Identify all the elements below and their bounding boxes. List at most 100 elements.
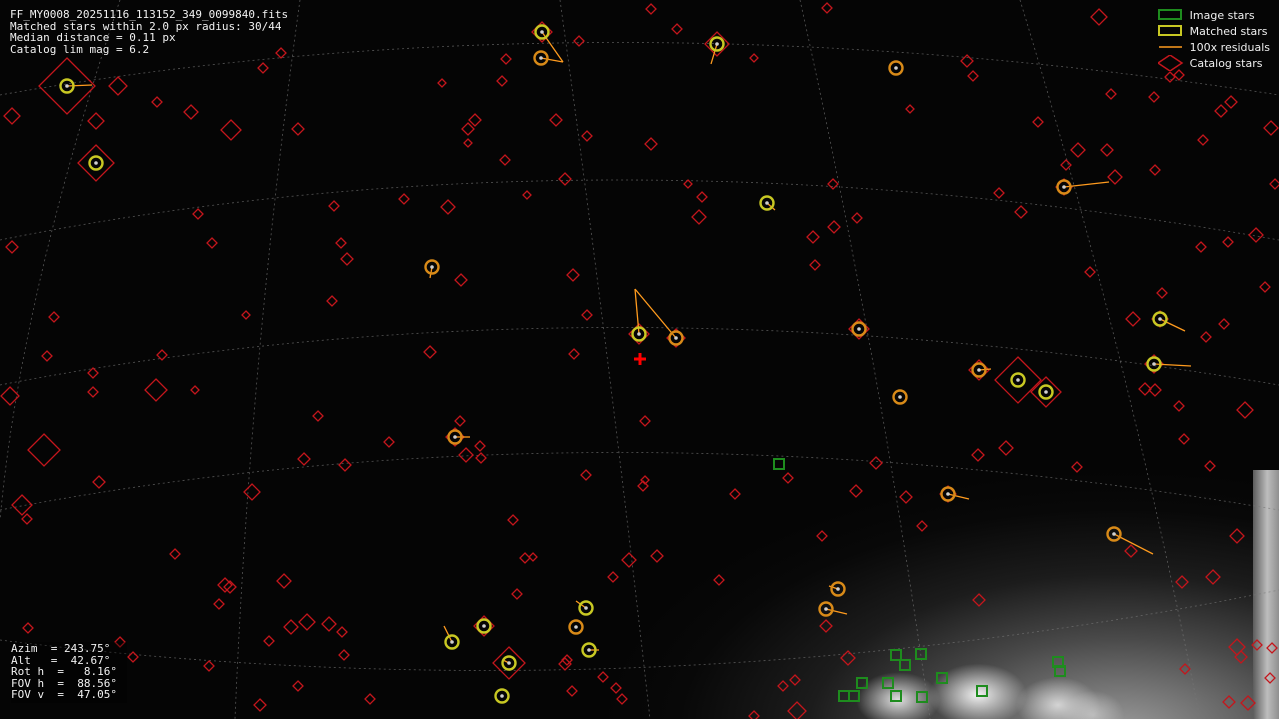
- catalog-star-marker: [336, 626, 348, 638]
- catalog-star-marker: [1236, 401, 1254, 419]
- catalog-star-marker: [713, 574, 725, 586]
- catalog-star-marker: [1179, 663, 1191, 675]
- catalog-star-marker: [220, 119, 242, 141]
- catalog-star-marker: [819, 619, 833, 633]
- catalog-star-marker: [326, 295, 338, 307]
- image-star-marker: [899, 659, 911, 671]
- image-star-marker: [882, 677, 894, 689]
- catalog-star-marker: [474, 440, 486, 452]
- catalog-star-marker: [1032, 116, 1044, 128]
- catalog-star-marker: [1248, 227, 1264, 243]
- catalog-star-marker: [1263, 120, 1279, 136]
- catalog-star-marker: [463, 138, 473, 148]
- catalog-star-marker: [683, 179, 693, 189]
- star-core: [946, 492, 950, 496]
- catalog-star-marker: [528, 552, 538, 562]
- catalog-text: Catalog lim mag = 6.2: [10, 42, 150, 56]
- star-core: [539, 56, 543, 60]
- catalog-star-marker: [257, 62, 269, 74]
- catalog-star-marker: [276, 573, 292, 589]
- image-star-marker: [773, 458, 785, 470]
- star-core: [1152, 362, 1156, 366]
- star-core: [453, 435, 457, 439]
- catalog-star-marker: [217, 577, 233, 593]
- legend-residuals-label: 100x residuals: [1189, 40, 1270, 54]
- catalog-star-marker: [748, 710, 760, 719]
- catalog-star-marker: [328, 200, 340, 212]
- star-core: [587, 648, 591, 652]
- catalog-star-marker: [291, 122, 305, 136]
- image-star-marker: [916, 691, 928, 703]
- catalog-star-marker: [423, 345, 437, 359]
- catalog-star-marker: [849, 484, 863, 498]
- catalog-star-marker: [87, 386, 99, 398]
- catalog-star-marker: [11, 494, 33, 516]
- catalog-star-marker: [729, 488, 741, 500]
- catalog-star-marker: [581, 130, 593, 142]
- legend-catalog-stars: Catalog stars: [1157, 55, 1270, 71]
- catalog-star-marker: [573, 35, 585, 47]
- catalog-star-marker: [144, 378, 168, 402]
- image-star-marker: [936, 672, 948, 684]
- catalog-star-marker: [292, 680, 304, 692]
- grid-line: [0, 0, 121, 521]
- catalog-star-marker: [691, 209, 707, 225]
- image-star-marker: [890, 649, 902, 661]
- catalog-star-marker: [499, 154, 511, 166]
- catalog-star-marker: [671, 23, 683, 35]
- catalog-star-marker: [1240, 695, 1256, 711]
- grid-line: [1019, 0, 1201, 719]
- catalog-star-marker: [437, 78, 447, 88]
- catalog-star-marker: [340, 252, 354, 266]
- catalog-star-marker: [566, 268, 580, 282]
- center-cross-icon: [634, 353, 646, 365]
- star-core: [824, 607, 828, 611]
- image-star-marker: [890, 690, 902, 702]
- fovv-text: FOV v = 47.05°: [11, 688, 117, 701]
- catalog-star-marker: [1014, 205, 1028, 219]
- catalog-star-marker: [1218, 318, 1230, 330]
- catalog-star-marker: [511, 588, 523, 600]
- catalog-star-marker: [777, 680, 789, 692]
- catalog-star-marker: [616, 693, 628, 705]
- catalog-star-marker: [1148, 91, 1160, 103]
- catalog-star-marker: [1164, 71, 1176, 83]
- filename-text: FF_MY0008_20251116_113152_349_0099840.fi…: [10, 8, 289, 21]
- star-core: [584, 606, 588, 610]
- catalog-star-marker: [1224, 95, 1238, 109]
- catalog-star-marker: [1090, 8, 1108, 26]
- legend-image-stars: Image stars: [1157, 7, 1270, 23]
- catalog-star-marker: [321, 616, 337, 632]
- star-core: [482, 624, 486, 628]
- plate-view[interactable]: FF_MY0008_20251116_113152_349_0099840.fi…: [0, 0, 1279, 719]
- catalog-star-marker: [1259, 281, 1271, 293]
- catalog-star-marker: [787, 701, 807, 719]
- legend-matched-stars-label: Matched stars: [1189, 24, 1268, 38]
- catalog-star-marker: [297, 452, 311, 466]
- fit-info: FF_MY0008_20251116_113152_349_0099840.fi…: [10, 9, 288, 55]
- catalog-star-marker: [1214, 104, 1228, 118]
- legend-image-stars-label: Image stars: [1189, 8, 1255, 22]
- catalog-star-marker: [496, 75, 508, 87]
- residual-line: [825, 608, 848, 615]
- catalog-star-marker: [461, 122, 475, 136]
- catalog-star-marker: [48, 311, 60, 323]
- star-core: [1062, 185, 1066, 189]
- catalog-star-marker: [1173, 400, 1185, 412]
- legend-catalog-stars-label: Catalog stars: [1189, 56, 1263, 70]
- catalog-star-marker: [298, 613, 316, 631]
- catalog-star-marker: [1100, 143, 1114, 157]
- catalog-star-marker: [1156, 287, 1168, 299]
- catalog-star-marker: [558, 657, 572, 671]
- catalog-star-marker: [827, 220, 841, 234]
- catalog-star-marker: [27, 433, 61, 467]
- catalog-star-marker: [190, 385, 200, 395]
- star-core: [1016, 378, 1020, 382]
- catalog-star-marker: [338, 649, 350, 661]
- catalog-star-marker: [650, 549, 664, 563]
- catalog-star-marker: [183, 104, 199, 120]
- catalog-star-marker: [1071, 461, 1083, 473]
- catalog-star-marker: [468, 113, 482, 127]
- grid-line: [234, 0, 301, 719]
- catalog-star-marker: [127, 651, 139, 663]
